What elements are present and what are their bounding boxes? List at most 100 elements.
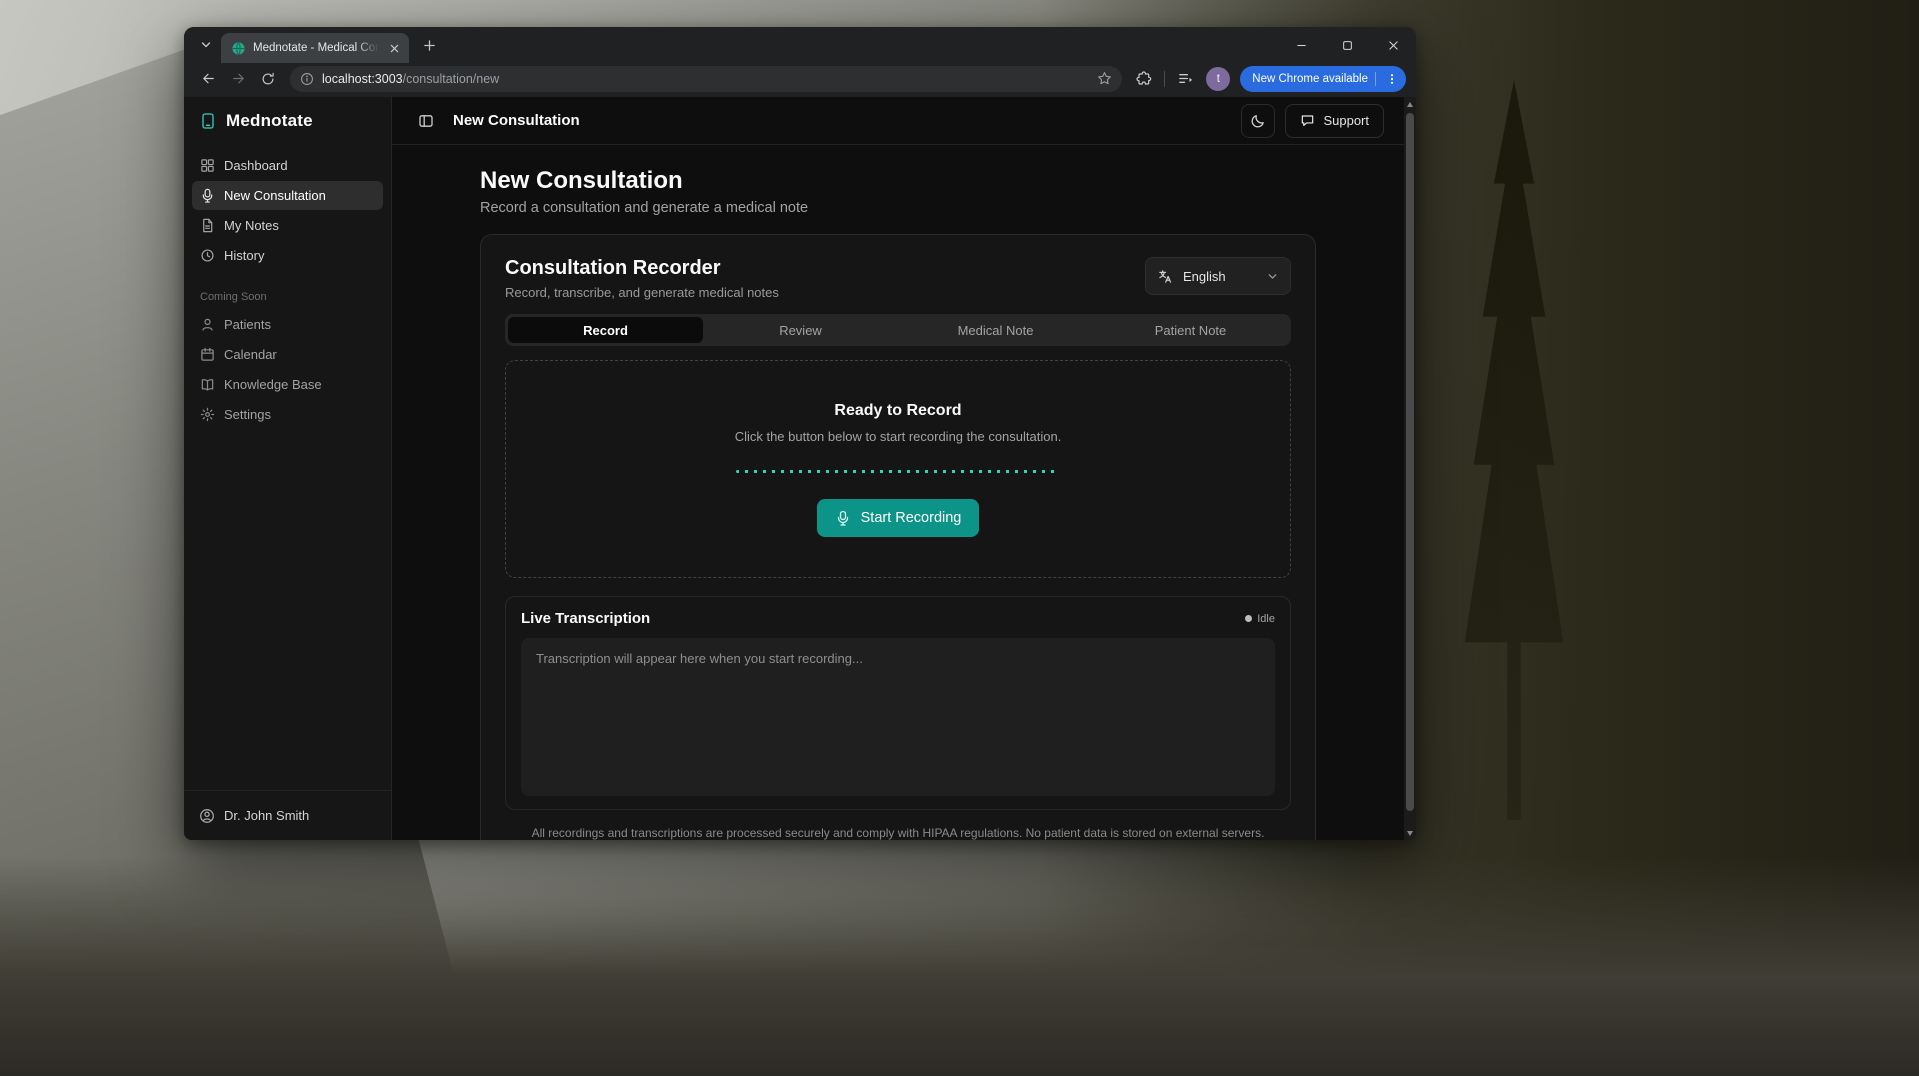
url-path: /consultation/new	[403, 72, 500, 86]
gear-icon	[200, 407, 215, 422]
back-button[interactable]	[194, 65, 222, 93]
waveform-placeholder	[736, 470, 1060, 473]
support-button[interactable]: Support	[1285, 104, 1384, 138]
chrome-update-button[interactable]: New Chrome available	[1240, 66, 1406, 92]
url-text: localhost:3003/consultation/new	[322, 72, 1089, 86]
sidebar-item-label: Dashboard	[224, 158, 288, 173]
ready-subtitle: Click the button below to start recordin…	[735, 429, 1062, 444]
page-title: New Consultation	[480, 167, 1316, 195]
window-controls	[1278, 27, 1416, 63]
sidebar-user[interactable]: Dr. John Smith	[184, 790, 391, 840]
chevron-down-icon	[200, 39, 212, 51]
coming-soon-label: Coming Soon	[192, 291, 383, 303]
pill-divider	[1375, 72, 1376, 86]
page-content: New Consultation Record a consultation a…	[392, 145, 1404, 840]
sidebar-item-label: Knowledge Base	[224, 377, 322, 392]
app-logo-text: Mednotate	[226, 111, 313, 131]
profile-avatar[interactable]: t	[1206, 67, 1230, 91]
consultation-recorder-card: Consultation Recorder Record, transcribe…	[480, 234, 1316, 840]
browser-toolbar: localhost:3003/consultation/new t New Ch…	[184, 63, 1416, 97]
ready-title: Ready to Record	[834, 402, 961, 420]
translate-icon	[1158, 269, 1173, 284]
browser-tab[interactable]: Mednotate - Medical Consultation	[221, 33, 409, 63]
tab-favicon-icon	[231, 41, 246, 56]
dashboard-grid-icon	[200, 158, 215, 173]
window-maximize-button[interactable]	[1324, 27, 1370, 63]
desktop: Mednotate - Medical Consultation	[0, 0, 1919, 1076]
scrollbar-thumb[interactable]	[1406, 113, 1414, 811]
reload-button[interactable]	[254, 65, 282, 93]
recorder-subtitle: Record, transcribe, and generate medical…	[505, 285, 779, 300]
user-circle-icon	[199, 808, 215, 824]
tab-search-button[interactable]	[193, 32, 219, 58]
new-tab-button[interactable]	[416, 32, 442, 58]
chat-bubble-icon	[1300, 113, 1315, 128]
sidebar-item-my-notes[interactable]: My Notes	[192, 211, 383, 240]
recorder-title: Consultation Recorder	[505, 257, 779, 280]
wallpaper-water	[0, 856, 1919, 1076]
window-minimize-button[interactable]	[1278, 27, 1324, 63]
window-close-button[interactable]	[1370, 27, 1416, 63]
scroll-down-icon[interactable]	[1404, 826, 1416, 840]
bookmark-star-icon[interactable]	[1097, 71, 1112, 86]
microphone-icon	[835, 510, 851, 526]
sidebar-item-label: Settings	[224, 407, 271, 422]
document-icon	[200, 218, 215, 233]
microphone-icon	[200, 188, 215, 203]
start-recording-button[interactable]: Start Recording	[817, 499, 980, 537]
sidebar-nav: Dashboard New Consultation My Notes Hist…	[184, 145, 391, 435]
page-scrollbar[interactable]	[1404, 97, 1416, 840]
url-host: localhost:3003	[322, 72, 403, 86]
sidebar-toggle-icon[interactable]	[412, 107, 440, 135]
tab-close-icon[interactable]	[386, 40, 402, 56]
chevron-down-icon	[1267, 271, 1278, 282]
sidebar-item-label: Patients	[224, 317, 271, 332]
address-bar[interactable]: localhost:3003/consultation/new	[290, 66, 1122, 92]
transcription-placeholder: Transcription will appear here when you …	[536, 651, 863, 666]
sidebar-item-history[interactable]: History	[192, 241, 383, 270]
record-zone: Ready to Record Click the button below t…	[505, 360, 1291, 578]
tab-patient-note[interactable]: Patient Note	[1093, 317, 1288, 343]
person-icon	[200, 317, 215, 332]
sidebar-item-patients[interactable]: Patients	[192, 310, 383, 339]
browser-window: Mednotate - Medical Consultation	[184, 27, 1416, 840]
browser-menu-icon[interactable]	[1383, 70, 1401, 88]
transcription-title: Live Transcription	[521, 610, 650, 627]
status-badge: Idle	[1245, 613, 1275, 625]
compliance-note: All recordings and transcriptions are pr…	[505, 826, 1291, 840]
header-actions: Support	[1241, 104, 1384, 138]
recorder-tabs: Record Review Medical Note Patient Note	[505, 314, 1291, 346]
support-label: Support	[1323, 113, 1369, 128]
start-recording-label: Start Recording	[861, 510, 962, 526]
web-page: Mednotate Dashboard New Consultation My …	[184, 97, 1416, 840]
sidebar-item-label: History	[224, 248, 264, 263]
tab-review[interactable]: Review	[703, 317, 898, 343]
sidebar-item-dashboard[interactable]: Dashboard	[192, 151, 383, 180]
tab-record[interactable]: Record	[508, 317, 703, 343]
sidebar-item-knowledge-base[interactable]: Knowledge Base	[192, 370, 383, 399]
open-book-icon	[200, 377, 215, 392]
tab-title: Mednotate - Medical Consultation	[253, 42, 379, 54]
language-select[interactable]: English	[1145, 257, 1291, 295]
scroll-up-icon[interactable]	[1404, 97, 1416, 111]
sidebar-item-new-consultation[interactable]: New Consultation	[192, 181, 383, 210]
page-header: New Consultation Support	[392, 97, 1404, 145]
calendar-icon	[200, 347, 215, 362]
language-value: English	[1183, 269, 1226, 284]
extensions-icon[interactable]	[1130, 65, 1158, 93]
sidebar-item-calendar[interactable]: Calendar	[192, 340, 383, 369]
sidebar: Mednotate Dashboard New Consultation My …	[184, 97, 392, 840]
sidebar-item-label: New Consultation	[224, 188, 326, 203]
sidebar-item-label: Calendar	[224, 347, 277, 362]
status-dot-icon	[1245, 615, 1252, 622]
forward-button[interactable]	[224, 65, 252, 93]
recorder-card-header: Consultation Recorder Record, transcribe…	[505, 257, 1291, 300]
plus-icon	[423, 39, 436, 52]
theme-toggle-button[interactable]	[1241, 104, 1275, 138]
toolbar-divider	[1164, 71, 1165, 87]
tab-medical-note[interactable]: Medical Note	[898, 317, 1093, 343]
site-info-icon[interactable]	[300, 72, 314, 86]
side-panel-icon[interactable]	[1171, 65, 1199, 93]
sidebar-item-settings[interactable]: Settings	[192, 400, 383, 429]
sidebar-item-label: My Notes	[224, 218, 279, 233]
